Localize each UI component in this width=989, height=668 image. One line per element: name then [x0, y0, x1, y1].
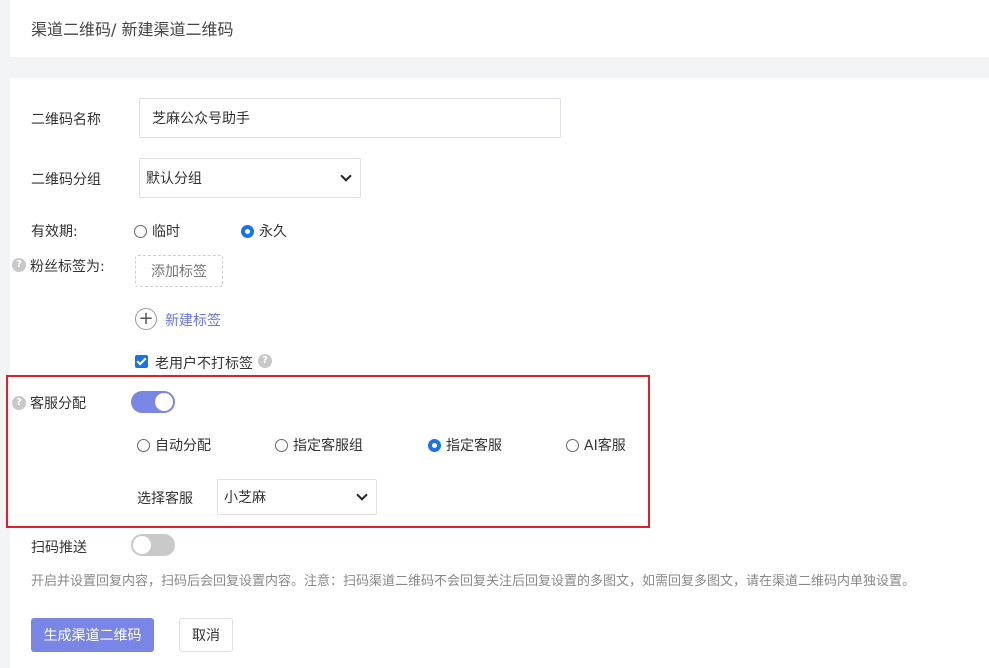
new-tag-link[interactable]: 新建标签 [165, 310, 221, 330]
assign-option-label: 自动分配 [155, 438, 211, 454]
cancel-label: 取消 [192, 628, 220, 644]
radio-checked-icon [241, 224, 254, 238]
generate-qr-button[interactable]: 生成渠道二维码 [31, 618, 154, 652]
qr-name-value: 芝麻公众号助手 [152, 111, 250, 127]
validity-label: 有效期: [31, 224, 78, 240]
breadcrumb: 渠道二维码/ 新建渠道二维码 [31, 16, 234, 40]
page-header: 渠道二维码/ 新建渠道二维码 [10, 0, 989, 57]
old-user-checkbox[interactable] [135, 355, 148, 368]
qr-group-select[interactable]: 默认分组 [139, 158, 361, 198]
breadcrumb-parent[interactable]: 渠道二维码/ [31, 20, 116, 39]
radio-icon [137, 438, 150, 452]
radio-icon [566, 438, 579, 452]
question-circle-icon[interactable]: ? [12, 396, 26, 410]
assign-option-label: 指定客服组 [293, 438, 363, 454]
service-assign-label: 客服分配 [30, 396, 86, 412]
validity-option-label: 永久 [259, 224, 287, 240]
agent-select-value: 小芝麻 [224, 490, 266, 506]
service-assign-toggle[interactable] [131, 391, 175, 413]
breadcrumb-current: 新建渠道二维码 [121, 20, 234, 39]
qr-name-label: 二维码名称 [31, 112, 101, 128]
qr-name-input[interactable]: 芝麻公众号助手 [139, 98, 561, 138]
add-tag-label: 添加标签 [151, 264, 207, 280]
assign-option-label: AI客服 [584, 438, 626, 454]
radio-checked-icon [428, 438, 441, 452]
scan-push-label: 扫码推送 [31, 540, 87, 556]
plus-circle-icon[interactable]: + [135, 308, 157, 330]
chevron-down-icon [356, 489, 368, 501]
question-circle-icon[interactable]: ? [12, 258, 26, 272]
assign-radio-auto[interactable]: 自动分配 [137, 435, 211, 455]
validity-option-label: 临时 [152, 224, 180, 240]
toggle-knob [133, 536, 151, 554]
question-circle-icon[interactable]: ? [258, 354, 272, 368]
radio-icon [275, 438, 288, 452]
toggle-knob [155, 393, 173, 411]
qr-group-label: 二维码分组 [31, 172, 101, 188]
select-agent-label: 选择客服 [137, 491, 193, 507]
scan-push-toggle[interactable] [131, 534, 175, 556]
agent-select[interactable]: 小芝麻 [217, 479, 377, 515]
validity-radio-temporary[interactable]: 临时 [134, 221, 180, 241]
qr-group-value: 默认分组 [146, 171, 202, 187]
generate-qr-label: 生成渠道二维码 [43, 628, 142, 644]
scan-push-hint: 开启并设置回复内容，扫码后会回复设置内容。注意：扫码渠道二维码不会回复关注后回复… [31, 574, 916, 589]
radio-icon [134, 224, 147, 238]
assign-radio-group[interactable]: 指定客服组 [275, 435, 363, 455]
cancel-button[interactable]: 取消 [179, 618, 233, 652]
fan-tag-label: 粉丝标签为: [30, 259, 105, 275]
assign-radio-specific[interactable]: 指定客服 [428, 435, 502, 455]
old-user-checkbox-label: 老用户不打标签 [155, 356, 253, 372]
assign-radio-ai[interactable]: AI客服 [566, 435, 626, 455]
add-tag-button[interactable]: 添加标签 [135, 255, 223, 287]
assign-option-label: 指定客服 [446, 438, 502, 454]
validity-radio-permanent[interactable]: 永久 [241, 221, 287, 241]
chevron-down-icon [340, 170, 352, 182]
